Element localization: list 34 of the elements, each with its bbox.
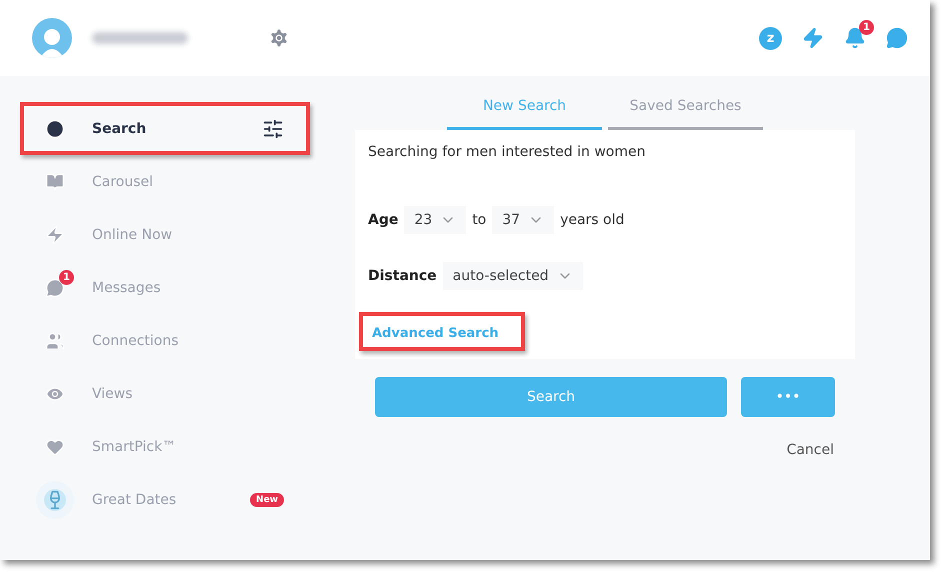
message-badge: 1 — [59, 270, 74, 284]
sidebar-item[interactable]: Views — [20, 367, 310, 420]
new-tag: New — [250, 492, 284, 506]
age-from-select[interactable]: 23 — [404, 206, 466, 234]
sidebar-icon — [44, 276, 66, 298]
sidebar-item[interactable]: Great Dates New — [20, 473, 310, 526]
sidebar-icon — [44, 488, 66, 510]
chat-icon[interactable] — [886, 27, 908, 49]
sidebar-item[interactable]: Connections — [20, 314, 310, 367]
age-label: Age — [368, 212, 398, 228]
bolt-icon[interactable] — [802, 27, 824, 49]
advanced-search-link[interactable]: Advanced Search — [372, 326, 499, 341]
cancel-button[interactable]: Cancel — [780, 441, 840, 459]
sidebar-item[interactable]: SmartPick™ — [20, 420, 310, 473]
sidebar-icon — [44, 118, 66, 140]
distance-select[interactable]: auto-selected — [442, 262, 583, 290]
filter-icon[interactable] — [262, 118, 284, 140]
avatar-icon[interactable] — [32, 18, 72, 58]
distance-label: Distance — [368, 268, 437, 284]
bell-icon[interactable] — [844, 27, 866, 49]
years-old-label: years old — [560, 212, 624, 228]
notification-badge: 1 — [859, 20, 874, 35]
sidebar-item[interactable]: 1 Messages — [20, 261, 310, 314]
age-to-select[interactable]: 37 — [492, 206, 554, 234]
sidebar-item[interactable]: Carousel — [20, 155, 310, 208]
settings-icon[interactable] — [268, 27, 290, 49]
z-icon[interactable]: z — [759, 26, 782, 50]
to-label: to — [472, 212, 486, 228]
sidebar-item[interactable]: Search — [20, 102, 310, 155]
more-button[interactable]: ••• — [741, 377, 835, 417]
sidebar-icon — [44, 224, 66, 246]
search-button[interactable]: Search — [375, 377, 727, 417]
sidebar-item[interactable]: Online Now — [20, 208, 310, 261]
search-summary: Searching for men interested in women — [368, 144, 646, 160]
